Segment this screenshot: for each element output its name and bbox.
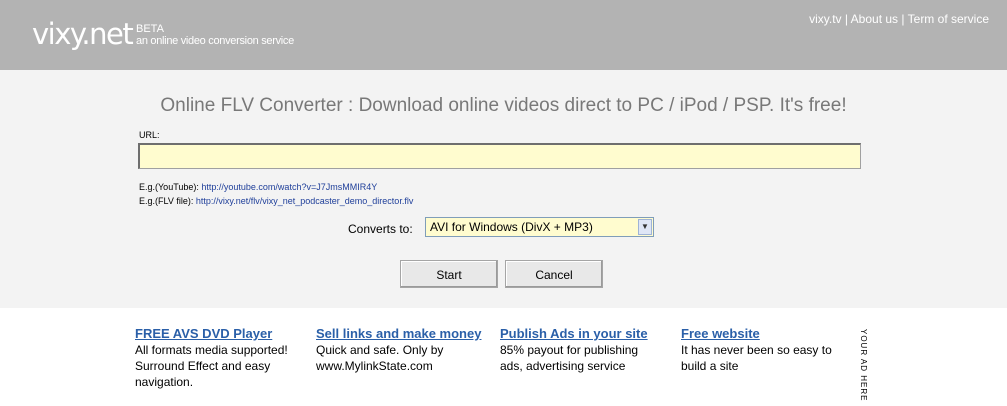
nav-link-term-of-service[interactable]: Term of service — [908, 12, 989, 26]
site-logo[interactable]: vixy.net — [32, 14, 134, 54]
page-headline: Online FLV Converter : Download online v… — [160, 95, 847, 116]
ad-line: www.MylinkState.com — [316, 359, 433, 373]
ad-title-link[interactable]: Free website — [681, 326, 861, 342]
example-youtube: E.g.(YouTube): http://youtube.com/watch?… — [139, 181, 377, 193]
nav-link-vixy-tv[interactable]: vixy.tv — [809, 12, 841, 26]
example-flv-label: E.g.(FLV file): — [139, 196, 194, 206]
converts-to-label: Converts to: — [348, 222, 413, 236]
ad-title-link[interactable]: FREE AVS DVD Player — [135, 326, 315, 342]
ad-line: navigation. — [135, 375, 194, 389]
your-ad-here-link[interactable]: YOUR AD HERE — [858, 329, 868, 401]
ad-item: Free website It has never been so easy t… — [681, 326, 861, 374]
ad-title-link[interactable]: Sell links and make money — [316, 326, 496, 342]
ad-line: build a site — [681, 359, 739, 373]
header-bar: vixy.net BETA an online video conversion… — [0, 0, 1007, 70]
ad-line: It has never been so easy to — [681, 343, 832, 357]
ad-line: Surround Effect and easy — [135, 359, 271, 373]
format-select-value: AVI for Windows (DivX + MP3) — [430, 220, 593, 234]
ad-item: Sell links and make money Quick and safe… — [316, 326, 496, 374]
start-button[interactable]: Start — [400, 260, 498, 288]
format-select[interactable]: AVI for Windows (DivX + MP3) ▼ — [425, 217, 654, 237]
ad-line: Quick and safe. Only by — [316, 343, 444, 357]
cancel-button[interactable]: Cancel — [505, 260, 603, 288]
ad-item: FREE AVS DVD Player All formats media su… — [135, 326, 315, 390]
example-youtube-label: E.g.(YouTube): — [139, 182, 199, 192]
url-input[interactable] — [138, 143, 861, 169]
ad-item: Publish Ads in your site 85% payout for … — [500, 326, 680, 374]
nav-link-about-us[interactable]: About us — [851, 12, 898, 26]
top-nav: vixy.tv | About us | Term of service — [809, 11, 989, 27]
example-flv-link[interactable]: http://vixy.net/flv/vixy_net_podcaster_d… — [196, 196, 413, 206]
url-label: URL: — [139, 130, 160, 140]
ad-line: 85% payout for publishing — [500, 343, 639, 357]
nav-separator: | — [844, 12, 848, 26]
site-tagline: an online video conversion service — [136, 35, 294, 47]
ad-line: ads, advertising service — [500, 359, 626, 373]
example-flv: E.g.(FLV file): http://vixy.net/flv/vixy… — [139, 195, 413, 207]
chevron-down-icon[interactable]: ▼ — [638, 219, 652, 235]
nav-separator: | — [901, 12, 905, 26]
ad-title-link[interactable]: Publish Ads in your site — [500, 326, 680, 342]
ad-line: All formats media supported! — [135, 343, 288, 357]
example-youtube-link[interactable]: http://youtube.com/watch?v=J7JmsMMIR4Y — [201, 182, 377, 192]
